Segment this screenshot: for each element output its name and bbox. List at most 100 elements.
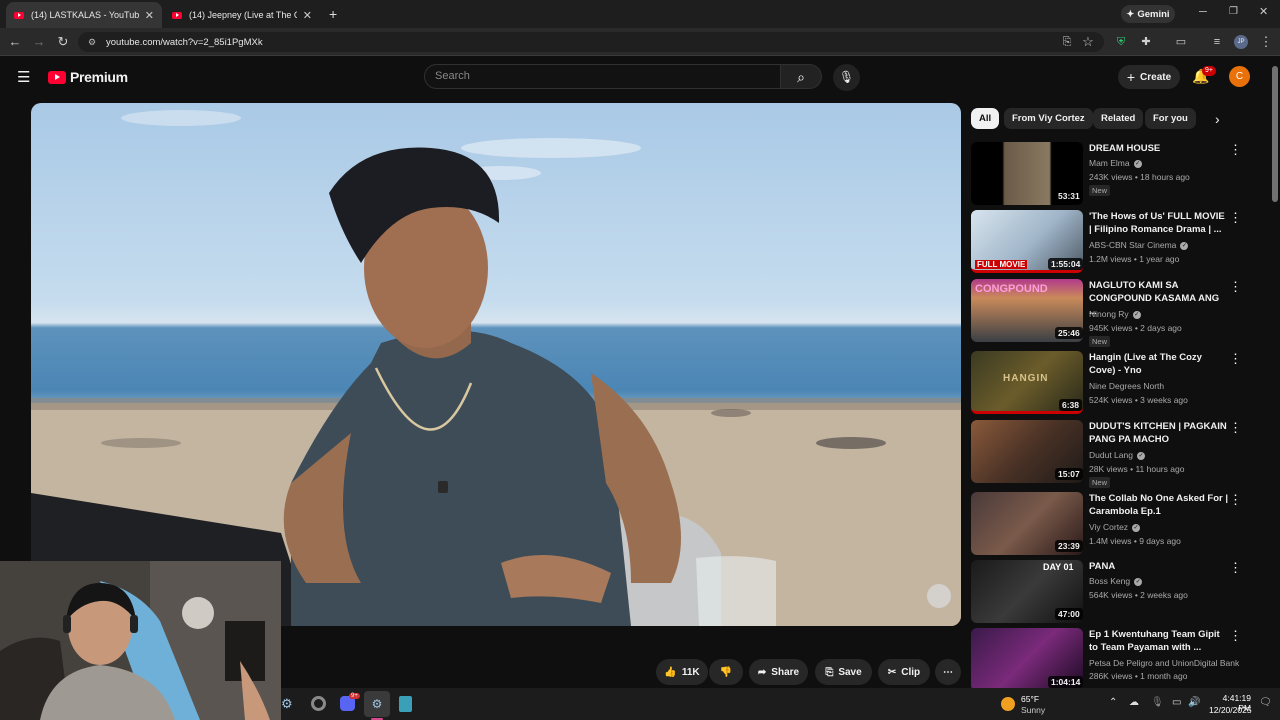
channel-name[interactable]: Nine Degrees North: [1089, 381, 1164, 391]
channel-name[interactable]: Mam Elma ✓: [1089, 158, 1142, 168]
recommendation-item[interactable]: 1:04:14 Ep 1 Kwentuhang Team Gipit to Te…: [971, 628, 1251, 691]
browser-menu-icon[interactable]: ⋮: [1258, 34, 1274, 50]
reading-list-icon[interactable]: ≡: [1209, 34, 1225, 50]
duration-badge: 53:31: [1055, 190, 1083, 202]
more-options-icon[interactable]: ⋮: [1229, 492, 1242, 508]
bookmark-star-icon[interactable]: ☆: [1080, 34, 1096, 50]
steam-app-icon[interactable]: ⚙: [281, 696, 293, 712]
site-info-icon[interactable]: ⚙: [88, 37, 98, 47]
save-button[interactable]: ⎘ Save: [815, 659, 872, 685]
new-badge: New: [1089, 336, 1111, 347]
more-options-icon[interactable]: ⋮: [1229, 279, 1242, 295]
chip-related[interactable]: Related: [1093, 108, 1144, 129]
weather-sun-icon[interactable]: [1001, 697, 1015, 711]
duration-badge: 15:07: [1055, 468, 1083, 480]
more-options-icon[interactable]: ⋮: [1229, 142, 1242, 158]
recommendation-title[interactable]: DUDUT'S KITCHEN | PAGKAIN PANG PA MACHO: [1089, 420, 1229, 446]
tray-volume-icon[interactable]: 🔊: [1188, 697, 1200, 708]
channel-name[interactable]: Ninong Ry ✓: [1089, 309, 1141, 319]
clock-date[interactable]: 12/20/2025: [1209, 705, 1252, 715]
voice-search-button[interactable]: 🎙: [833, 64, 860, 91]
close-tab-icon[interactable]: ✕: [303, 9, 312, 22]
recommendation-item[interactable]: HANGIN 6:38 Hangin (Live at The Cozy Cov…: [971, 351, 1251, 417]
more-options-icon[interactable]: ⋮: [1229, 210, 1242, 226]
recommendation-item[interactable]: FULL MOVIE 1:55:04 'The Hows of Us' FULL…: [971, 210, 1251, 276]
recommendation-item[interactable]: 53:31 DREAM HOUSE Mam Elma ✓ 243K views •…: [971, 142, 1251, 208]
create-label: Create: [1140, 71, 1172, 83]
youtube-favicon-icon: [172, 11, 182, 19]
like-button[interactable]: 👍 11K: [656, 659, 708, 685]
browser-tab-jeepney[interactable]: (14) Jeepney (Live at The Cozy Cove) ✕: [164, 2, 320, 28]
recommendation-item[interactable]: 15:07 DUDUT'S KITCHEN | PAGKAIN PANG PA …: [971, 420, 1251, 488]
steam-active-app-icon[interactable]: ⚙: [364, 691, 390, 717]
extensions-puzzle-icon[interactable]: ✚: [1138, 34, 1154, 50]
weather-temp: 65°F: [1021, 694, 1040, 704]
chip-all[interactable]: All: [971, 108, 1000, 129]
youtube-premium-logo[interactable]: Premium: [48, 69, 128, 85]
channel-name[interactable]: Dudut Lang ✓: [1089, 450, 1145, 460]
browser-tab-lastkalas[interactable]: (14) LASTKALAS - YouTube ✕: [6, 2, 162, 28]
install-app-icon[interactable]: ⎘: [1059, 34, 1075, 50]
tray-cloud-icon[interactable]: ☁: [1129, 697, 1139, 708]
profile-avatar[interactable]: JP: [1234, 35, 1248, 49]
recommendation-title[interactable]: Hangin (Live at The Cozy Cove) - Yno: [1089, 351, 1229, 377]
verified-check-icon: ✓: [1132, 523, 1141, 532]
channel-name[interactable]: Petsa De Peligro and UnionDigital Bank: [1089, 658, 1239, 668]
tab-label: (14) LASTKALAS - YouTube: [31, 10, 139, 20]
share-button[interactable]: ➦ Share: [749, 659, 808, 685]
minimize-window-icon[interactable]: ─: [1199, 6, 1207, 18]
restore-window-icon[interactable]: ❐: [1229, 6, 1238, 17]
close-window-icon[interactable]: ✕: [1259, 5, 1268, 18]
recommendation-item[interactable]: DAY 01 47:00 PANA Boss Keng ✓ 564K views …: [971, 560, 1251, 626]
gemini-button[interactable]: ✦ Gemini: [1121, 5, 1175, 23]
more-horizontal-icon: ⋯: [943, 666, 953, 678]
chrome-app-icon[interactable]: [311, 696, 326, 711]
new-badge: New: [1089, 185, 1111, 196]
more-options-icon[interactable]: ⋮: [1229, 420, 1242, 436]
recommendation-title[interactable]: PANA: [1089, 560, 1229, 573]
chip-for-you[interactable]: For you: [1145, 108, 1196, 129]
recommendation-title[interactable]: 'The Hows of Us' FULL MOVIE | Filipino R…: [1089, 210, 1229, 236]
dislike-button[interactable]: 👎: [709, 659, 743, 685]
new-tab-icon[interactable]: +: [329, 6, 337, 22]
clip-button[interactable]: ✂ Clip: [878, 659, 930, 685]
page-scrollbar-thumb[interactable]: [1272, 66, 1278, 202]
recommendation-title[interactable]: The Collab No One Asked For | Carambola …: [1089, 492, 1229, 518]
browser-tab-bar: (14) LASTKALAS - YouTube ✕ (14) Jeepney …: [0, 0, 1280, 28]
notepad-app-icon[interactable]: [399, 696, 412, 712]
forward-arrow-icon[interactable]: →: [31, 34, 47, 50]
video-meta: 524K views • 3 weeks ago: [1089, 395, 1188, 405]
tray-mic-icon[interactable]: 🎙: [1151, 697, 1164, 708]
video-meta: 1.2M views • 1 year ago: [1089, 254, 1180, 264]
extension-shield-icon[interactable]: ⛨: [1113, 34, 1129, 50]
duration-badge: 23:39: [1055, 540, 1083, 552]
more-options-icon[interactable]: ⋮: [1229, 351, 1242, 367]
new-badge: New: [1089, 477, 1111, 488]
chips-next-chevron-icon[interactable]: ›: [1215, 111, 1220, 127]
close-tab-icon[interactable]: ✕: [145, 9, 154, 22]
more-options-icon[interactable]: ⋮: [1229, 560, 1242, 576]
back-arrow-icon[interactable]: ←: [7, 34, 23, 50]
hamburger-menu-icon[interactable]: ☰: [17, 68, 30, 86]
tray-chevron-up-icon[interactable]: ⌃: [1109, 697, 1117, 708]
recommendation-item[interactable]: CONGPOUND 25:46 NAGLUTO KAMI SA CONGPOUN…: [971, 279, 1251, 347]
create-button[interactable]: + Create: [1118, 65, 1180, 89]
reload-icon[interactable]: ↻: [55, 34, 71, 50]
more-actions-button[interactable]: ⋯: [935, 659, 961, 685]
video-player[interactable]: [31, 103, 961, 626]
notification-center-icon[interactable]: 🗨: [1259, 697, 1272, 708]
recommendation-title[interactable]: Ep 1 Kwentuhang Team Gipit to Team Payam…: [1089, 628, 1229, 654]
search-button[interactable]: ⌕: [781, 64, 822, 89]
channel-name[interactable]: ABS-CBN Star Cinema ✓: [1089, 240, 1189, 250]
channel-name[interactable]: Boss Keng ✓: [1089, 576, 1143, 586]
recommendation-title[interactable]: DREAM HOUSE: [1089, 142, 1229, 155]
address-bar[interactable]: ⚙ youtube.com/watch?v=2_85i1PgMXk: [78, 32, 1104, 52]
channel-name[interactable]: Viy Cortez ✓: [1089, 522, 1141, 532]
split-view-icon[interactable]: ▭: [1173, 34, 1189, 50]
recommendation-item[interactable]: 23:39 The Collab No One Asked For | Cara…: [971, 492, 1251, 558]
search-input[interactable]: Search: [424, 64, 781, 89]
tray-network-icon[interactable]: ▭: [1172, 697, 1181, 708]
chip-from-viy-cortez[interactable]: From Viy Cortez: [1004, 108, 1093, 129]
account-avatar[interactable]: C: [1229, 66, 1250, 87]
more-options-icon[interactable]: ⋮: [1229, 628, 1242, 644]
